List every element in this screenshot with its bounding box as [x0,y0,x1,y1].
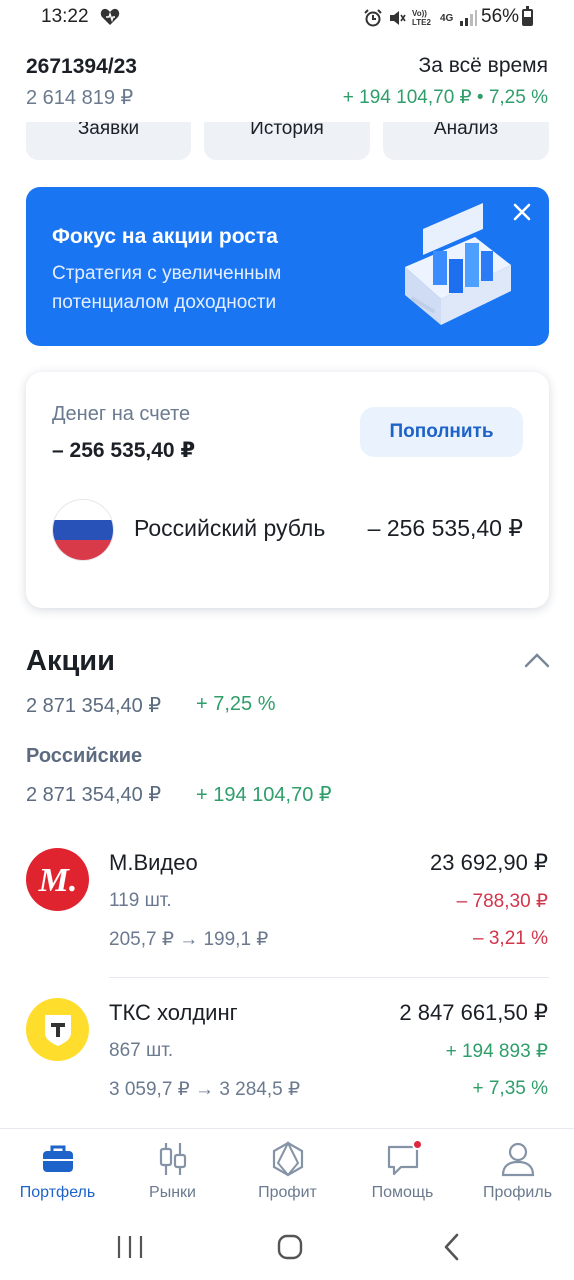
stock-change: – 788,30 ₽ [456,891,548,912]
bottom-navigation: Портфель Рынки Профит Помощь Профиль [0,1128,574,1213]
signal-icon [460,10,478,26]
tab-history[interactable]: История [204,122,370,160]
shares-total: 2 871 354,40 ₽ [26,695,162,717]
row-divider [109,977,549,978]
stock-quantity: 867 шт. [109,1040,174,1061]
chevron-up-icon[interactable] [524,652,550,668]
battery-percent: 56% [481,6,520,27]
alarm-icon [364,9,382,27]
nav-portfolio[interactable]: Портфель [0,1129,115,1214]
recent-apps-icon[interactable] [110,1227,150,1267]
topup-button[interactable]: Пополнить [360,407,523,457]
stock-quantity: 119 шт. [109,890,172,911]
nav-profile[interactable]: Профиль [460,1129,574,1214]
tab-analysis[interactable]: Анализ [383,122,549,160]
account-number[interactable]: 2671394/23 [26,55,137,79]
period-selector[interactable]: За всё время [419,54,548,78]
stock-name: ТКС холдинг [109,1000,238,1025]
nav-label: Рынки [149,1184,196,1201]
currency-name[interactable]: Российский рубль [134,515,330,542]
close-icon[interactable] [511,201,533,223]
nav-markets[interactable]: Рынки [115,1129,230,1214]
briefcase-icon [42,1145,73,1172]
svg-text:М.: М. [37,862,77,899]
cash-amount: – 256 535,40 ₽ [52,439,196,462]
tcs-logo-icon [26,998,89,1061]
promo-banner[interactable]: Фокус на акции роста Стратегия с увеличе… [26,187,549,346]
notification-badge [412,1139,423,1150]
stock-value: 23 692,90 ₽ [430,850,548,875]
home-icon[interactable] [270,1227,310,1267]
stock-prices: 3 059,7 ₽ → 3 284,5 ₽ [109,1079,301,1100]
promo-subtitle: Стратегия с увеличенным потенциалом дохо… [52,263,282,313]
nav-label: Профит [258,1184,317,1201]
nav-label: Портфель [19,1184,96,1201]
tab-history-label: История [250,122,324,139]
nav-label: Профиль [482,1184,553,1201]
mvideo-logo-icon: М. [26,848,89,911]
shares-section-title: Акции [26,645,115,677]
period-change: + 194 104,70 ₽ • 7,25 % [342,87,548,108]
promo-title: Фокус на акции роста [52,225,278,248]
status-bar: 13:22 Vo)) LTE2 4G 56% [0,0,574,36]
portfolio-case-illustration [405,203,511,325]
candles-icon [159,1143,186,1175]
system-navigation-bar [0,1213,574,1280]
stock-row-tcs[interactable]: ТКС холдинг 867 шт. 3 059,7 ₽ → 3 284,5 … [0,998,574,1128]
battery-icon [522,6,533,26]
group-total: 2 871 354,40 ₽ [26,784,162,806]
cash-label: Денег на счете [52,403,191,425]
stock-change: + 194 893 ₽ [445,1041,548,1062]
mute-icon [390,11,406,25]
stock-change-percent: + 7,35 % [472,1078,548,1099]
nav-help[interactable]: Помощь [345,1129,460,1214]
group-change: + 194 104,70 ₽ [196,784,332,806]
group-title: Российские [26,745,143,767]
status-icons: Vo)) LTE2 4G [364,7,478,29]
tab-orders[interactable]: Заявки [26,122,191,160]
back-icon[interactable] [432,1227,472,1267]
heart-icon [100,8,120,25]
nav-label: Помощь [371,1184,434,1201]
currency-amount: – 256 535,40 ₽ [367,515,523,541]
stock-row-mvideo[interactable]: М. М.Видео 119 шт. 205,7 ₽ → 199,1 ₽ 23 … [0,848,574,978]
tab-orders-label: Заявки [77,122,140,139]
volte-icon: Vo)) LTE2 [412,9,431,27]
nav-profit[interactable]: Профит [230,1129,345,1214]
action-tabs: Заявки История Анализ [0,122,574,162]
person-icon [501,1142,534,1177]
shares-percent: + 7,25 % [196,693,276,715]
account-total-value: 2 614 819 ₽ [26,87,134,109]
stock-name: М.Видео [109,850,198,875]
russia-flag-icon [52,499,114,561]
stock-change-percent: – 3,21 % [473,928,548,949]
stock-value: 2 847 661,50 ₽ [399,1000,548,1025]
4g-icon: 4G [440,12,454,24]
status-time: 13:22 [41,6,89,27]
hexagon-icon [272,1141,303,1177]
stock-prices: 205,7 ₽ → 199,1 ₽ [109,929,269,950]
cash-balance-card: Денег на счете – 256 535,40 ₽ Пополнить … [26,372,549,608]
tab-analysis-label: Анализ [433,122,499,139]
